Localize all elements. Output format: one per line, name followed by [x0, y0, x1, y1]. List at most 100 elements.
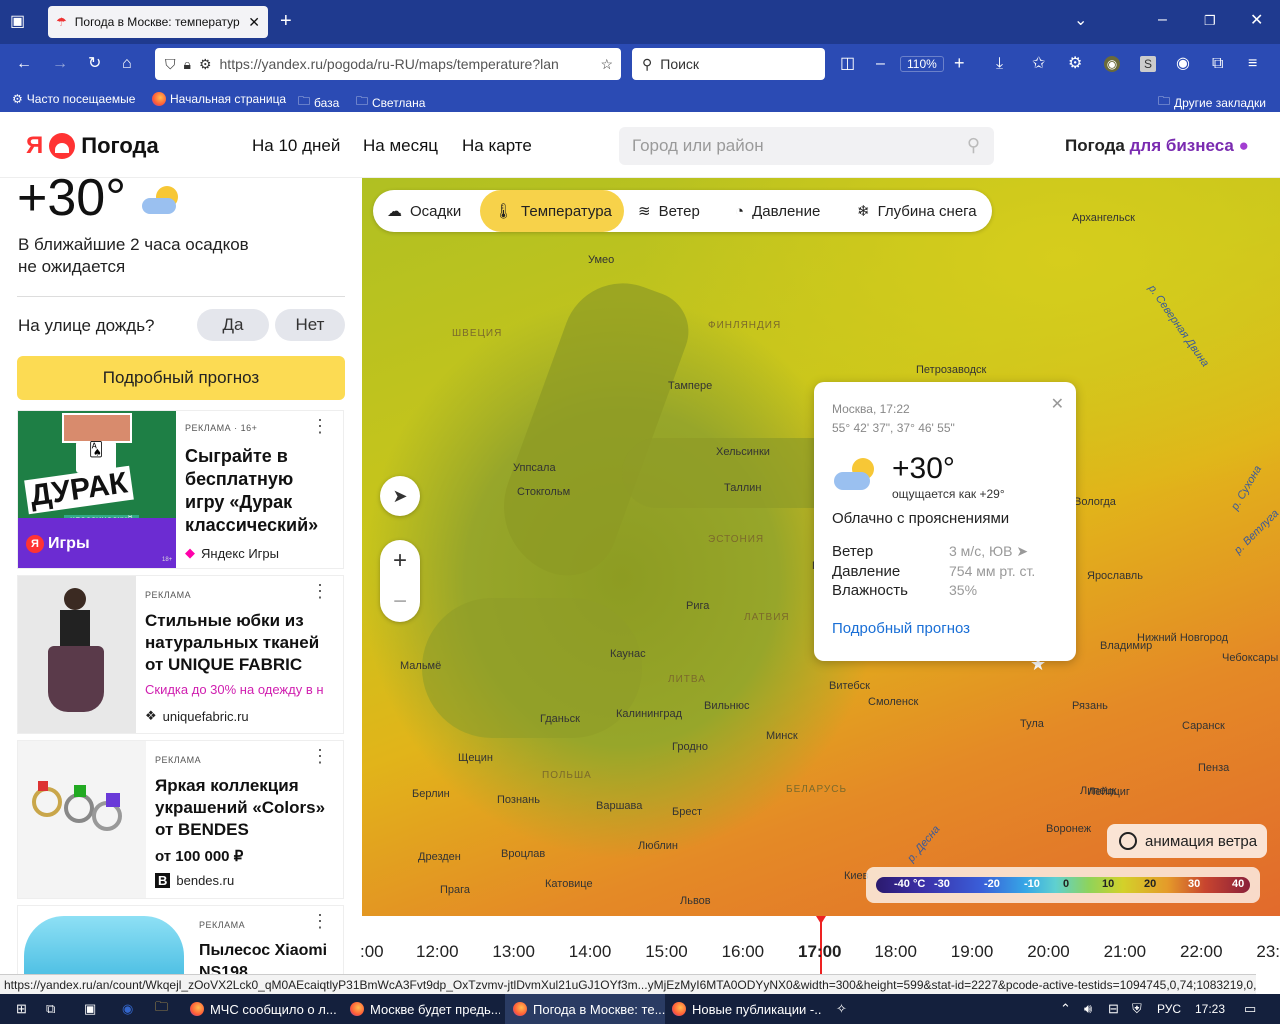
timeline-hour[interactable]: 18:00 [874, 942, 917, 962]
nav-month[interactable]: На месяц [363, 136, 438, 156]
network-icon[interactable]: ⊟ [1108, 994, 1119, 1024]
tab-pogoda[interactable]: ☂ Погода в Москве: температур ✕ [48, 6, 268, 38]
edge-icon[interactable]: ◉ [122, 994, 133, 1024]
task-view-icon[interactable]: ⧉ [46, 994, 55, 1024]
ad-more-icon[interactable]: ⋮ [311, 747, 329, 765]
timeline-hour[interactable]: 21:00 [1104, 942, 1147, 962]
lock-icon[interactable]: 🔒︎ [184, 56, 191, 73]
tab-wind[interactable]: ≋ Ветер [638, 190, 700, 232]
restore-icon[interactable]: ❐ [1204, 13, 1216, 29]
bookmark-folder-svetlana[interactable]: 🗀 Светлана [356, 92, 425, 113]
ad-card[interactable]: РЕКЛАМА ⋮ Стильные юбки из натуральных т… [17, 575, 344, 734]
home-icon[interactable]: ⌂ [122, 56, 132, 72]
timeline-hour[interactable]: 23: [1256, 942, 1280, 962]
taskbar-item[interactable]: Москве будет предь... [350, 994, 500, 1024]
timeline-hour[interactable]: 17:00 [798, 942, 841, 962]
zoom-out-icon[interactable]: – [876, 56, 885, 72]
tab-list-icon[interactable]: ▣ [10, 14, 25, 30]
timeline-hour[interactable]: 12:00 [416, 942, 459, 962]
detailed-forecast-button[interactable]: Подробный прогноз [17, 356, 345, 400]
url-bar[interactable]: ⛉ 🔒︎ ⚙ https://yandex.ru/pogoda/ru-RU/ma… [155, 48, 621, 80]
close-window-icon[interactable]: ✕ [1250, 13, 1263, 29]
timeline-hour[interactable]: 22:00 [1180, 942, 1223, 962]
timeline[interactable]: :00 12:00 13:00 14:00 15:00 16:00 17:00 18:00 19… [360, 916, 1280, 974]
ad-card[interactable]: 🂡 ДУРАК классический Я Игры 18+ РЕКЛАМА … [17, 410, 344, 569]
app-icon[interactable]: ✧ [836, 994, 847, 1024]
timeline-hour[interactable]: 20:00 [1027, 942, 1070, 962]
timeline-hour[interactable]: 16:00 [722, 942, 765, 962]
settings-icon[interactable]: ⚙ [1068, 56, 1082, 72]
nav-10-days[interactable]: На 10 дней [252, 136, 340, 156]
wind-animation-toggle[interactable]: анимация ветра [1107, 824, 1267, 858]
city-search-input[interactable]: Город или район ⚲ [619, 127, 994, 165]
ad-more-icon[interactable]: ⋮ [311, 417, 329, 435]
ad-more-icon[interactable]: ⋮ [311, 582, 329, 600]
business-link[interactable]: Погода для бизнеса ● [1065, 136, 1249, 156]
popup-pressure-label: Давление [832, 563, 901, 580]
close-popup-icon[interactable]: ✕ [1051, 394, 1064, 414]
popup-forecast-link[interactable]: Подробный прогноз [832, 620, 970, 637]
account-icon[interactable]: ◉ [1176, 56, 1190, 72]
tab-pressure[interactable]: ◔ Давление [735, 190, 820, 232]
timeline-hour[interactable]: 15:00 [645, 942, 688, 962]
start-icon[interactable]: ⊞ [16, 994, 27, 1024]
nav-map[interactable]: На карте [462, 136, 532, 156]
rain-yes-button[interactable]: Да [197, 309, 269, 341]
taskbar-item[interactable]: Новые публикации -... [672, 994, 822, 1024]
bookmark-frequent[interactable]: ⚙ Часто посещаемые [12, 92, 135, 106]
download-icon[interactable]: ⤓ [996, 56, 1003, 72]
locate-button[interactable]: ➤ [380, 476, 420, 516]
clock[interactable]: 17:23 [1195, 994, 1225, 1024]
extension-s-icon[interactable]: S [1140, 56, 1156, 72]
pocket-icon[interactable]: ◫ [840, 56, 855, 72]
timeline-hour[interactable]: 19:00 [951, 942, 994, 962]
tab-snow-depth[interactable]: ❄ Глубина снега [857, 190, 977, 232]
tray-chevron-icon[interactable]: ⌃ [1060, 994, 1071, 1024]
zoom-level[interactable]: 110% [900, 56, 944, 72]
bookmark-star-icon[interactable]: ☆ [600, 56, 613, 73]
bookmark-other[interactable]: 🗀 Другие закладки [1158, 92, 1266, 113]
ad-card[interactable]: РЕКЛАМА ⋮ Пылесос Xiaomi NS198 бирюзовый [17, 905, 344, 974]
forward-icon[interactable]: → [52, 56, 68, 72]
zoom-in-icon[interactable]: + [954, 54, 965, 72]
taskbar-item-active[interactable]: Погода в Москве: те... [505, 994, 665, 1024]
security-icon[interactable]: ⛨ [1132, 994, 1142, 1024]
search-icon[interactable]: ⚲ [967, 135, 980, 156]
place-label: Петрозаводск [916, 364, 987, 376]
logo[interactable]: Я Погода [26, 132, 159, 160]
notifications-icon[interactable]: ▭ [1244, 994, 1256, 1024]
ad-more-icon[interactable]: ⋮ [311, 912, 329, 930]
reload-icon[interactable]: ↻ [88, 56, 101, 72]
shield-icon[interactable]: ⛉ [165, 56, 176, 73]
ad-card[interactable]: РЕКЛАМА ⋮ Яркая коллекция украшений «Col… [17, 740, 344, 899]
volume-icon[interactable]: 🔊︎ [1084, 994, 1092, 1024]
menu-icon[interactable]: ≡ [1248, 56, 1257, 72]
close-tab-icon[interactable]: ✕ [248, 14, 260, 31]
bookmark-start[interactable]: Начальная страница [152, 92, 286, 106]
rain-no-button[interactable]: Нет [275, 309, 345, 341]
map-zoom-out-button[interactable]: − [393, 588, 407, 616]
language-indicator[interactable]: РУС [1157, 994, 1181, 1024]
tab-overflow-chevron-icon[interactable]: ⌄ [1074, 13, 1087, 29]
place-label: Брест [672, 806, 702, 818]
tab-temperature[interactable]: 🌡︎ Температура [480, 190, 624, 232]
app-icon[interactable]: ▣ [84, 994, 96, 1024]
minimize-icon[interactable]: – [1158, 12, 1167, 28]
timeline-hour[interactable]: 14:00 [569, 942, 612, 962]
permissions-icon[interactable]: ⚙ [199, 56, 212, 73]
timeline-hour[interactable]: :00 [360, 942, 384, 962]
search-bar[interactable]: ⚲ Поиск [632, 48, 825, 80]
taskbar-item[interactable]: МЧС сообщило о л... [190, 994, 340, 1024]
timeline-hour[interactable]: 13:00 [492, 942, 535, 962]
bookmarks-icon[interactable]: ✩ [1032, 56, 1045, 72]
extensions-icon[interactable]: ⧉ [1212, 56, 1223, 72]
folder-icon[interactable]: 🗀 [155, 994, 168, 1024]
ad-label: РЕКЛАМА [145, 590, 192, 600]
url-text[interactable]: https://yandex.ru/pogoda/ru-RU/maps/temp… [220, 56, 593, 72]
new-tab-icon[interactable]: + [280, 11, 292, 31]
back-icon[interactable]: ← [16, 56, 32, 72]
bookmark-folder-baza[interactable]: 🗀 база [298, 92, 339, 113]
map-zoom-in-button[interactable]: + [393, 547, 407, 575]
ublock-icon[interactable]: ◉ [1104, 56, 1120, 72]
tab-precipitation[interactable]: ☁ Осадки [387, 190, 461, 232]
